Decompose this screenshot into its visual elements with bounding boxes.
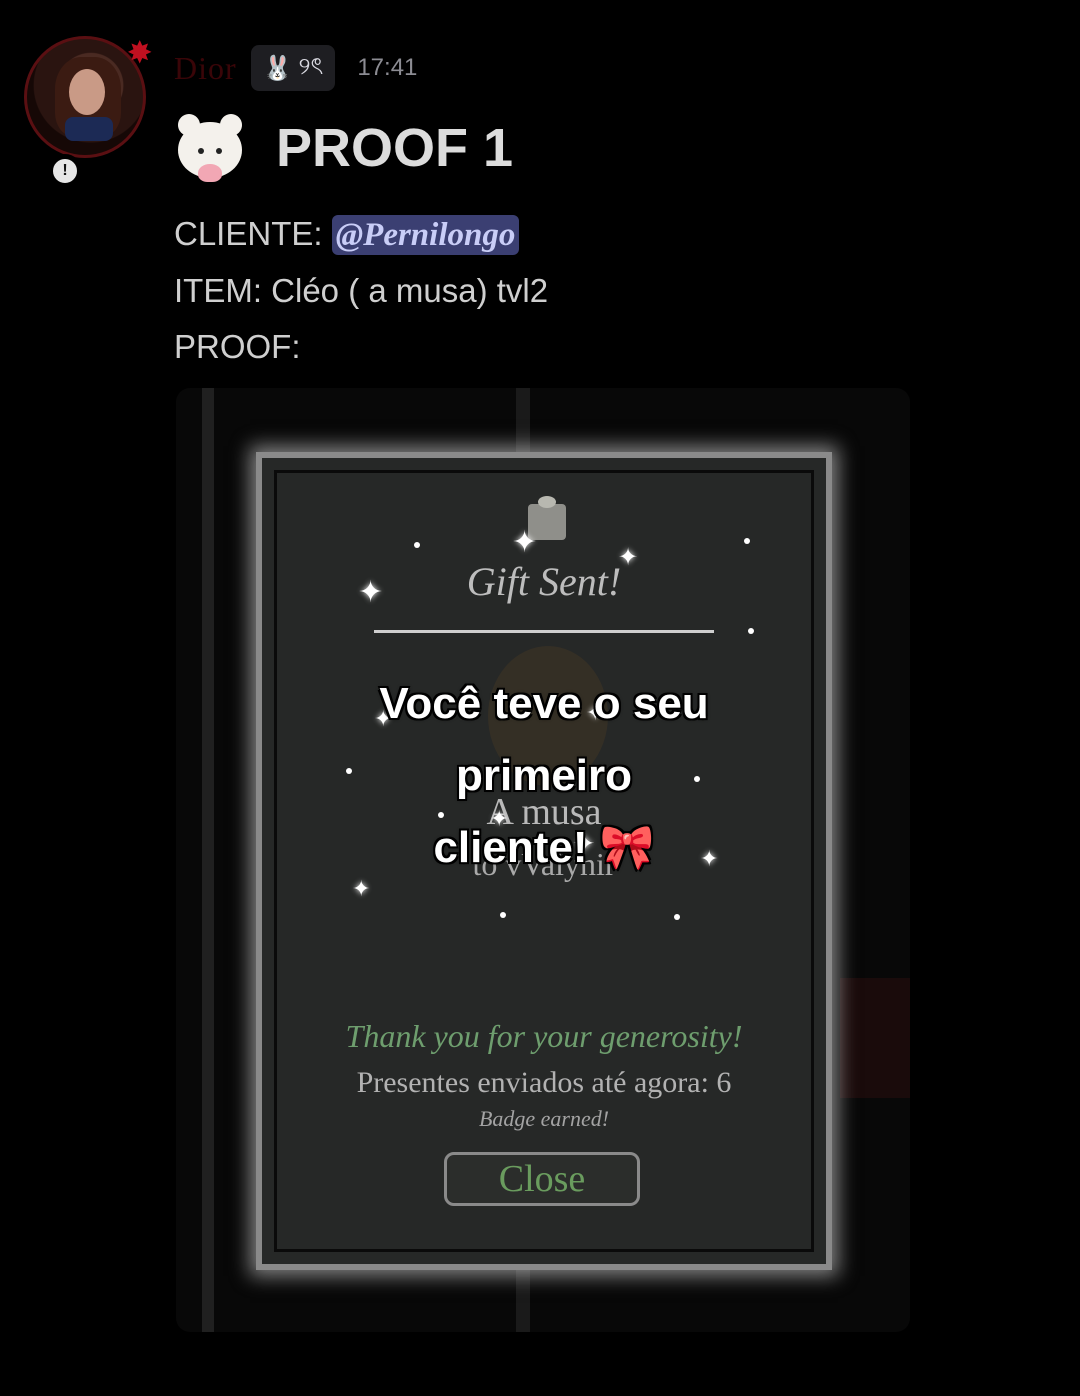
anger-icon: ✸ [128, 37, 152, 68]
background-strip-left [202, 388, 214, 1332]
proof-screenshot[interactable]: Gift Sent! A musa to vValynir ✦ ✦ ✦ ✦ ✦ … [176, 388, 910, 1332]
sparkle-dot [744, 538, 750, 544]
overlay-caption-line2: cliente! 🎀 [302, 812, 786, 884]
avatar-face [69, 69, 105, 115]
overlay-caption: Você teve o seu primeiro cliente! 🎀 [302, 668, 786, 884]
sparkle-icon: ✦ [512, 526, 538, 559]
sparkle-dot [500, 912, 506, 918]
gifts-sent-count: Presentes enviados até agora: 6 [356, 1066, 732, 1099]
client-mention[interactable]: @Pernilongo [331, 215, 520, 255]
badge-earned-text: Badge earned! [478, 1106, 610, 1131]
gift-sent-dialog: Gift Sent! A musa to vValynir ✦ ✦ ✦ ✦ ✦ … [256, 452, 832, 1270]
sparkle-dot [748, 628, 754, 634]
dialog-heading: Gift Sent! [466, 559, 622, 604]
status-indicator-icon: ! [48, 154, 82, 188]
gift-bow-icon [538, 496, 556, 508]
bear-heart [198, 164, 222, 182]
message-title-row: PROOF 1 [174, 112, 513, 184]
bear-eye-right [216, 148, 222, 154]
client-line: CLIENTE: @Pernilongo [174, 206, 548, 263]
timestamp: 17:41 [357, 54, 418, 81]
bear-eye-left [198, 148, 204, 154]
avatar-scarf [65, 117, 113, 141]
bear-icon [174, 112, 246, 184]
proof-label: PROOF: [174, 328, 301, 365]
overlay-caption-line2-text: cliente! [433, 823, 588, 872]
thanks-message: Thank you for your generosity! [345, 1018, 743, 1054]
sparkle-dot [414, 542, 420, 548]
sparkle-icon: ✦ [358, 576, 384, 609]
sparkle-dot [674, 914, 680, 920]
user-tag-text: ୨ৎ [298, 53, 324, 80]
dialog-divider [374, 630, 714, 633]
message-title: PROOF 1 [276, 118, 514, 178]
overlay-caption-line1: Você teve o seu primeiro [379, 679, 709, 800]
user-avatar[interactable]: ✸ ! [24, 36, 152, 188]
sparkle-icon: ✦ [618, 544, 639, 571]
message-header: Dior 🐰 ୨ৎ 17:41 [174, 44, 417, 92]
client-label: CLIENTE: [174, 215, 332, 252]
user-tag[interactable]: 🐰 ୨ৎ [250, 45, 336, 91]
close-button[interactable]: Close [444, 1152, 640, 1206]
bunny-icon: 🐰 [262, 54, 293, 82]
background-tint [840, 978, 910, 1098]
message-body: CLIENTE: @Pernilongo ITEM: Cléo ( a musa… [174, 206, 548, 375]
item-line: ITEM: Cléo ( a musa) tvl2 [174, 272, 549, 309]
username[interactable]: Dior [174, 50, 237, 87]
bow-icon: 🎀 [599, 823, 655, 872]
